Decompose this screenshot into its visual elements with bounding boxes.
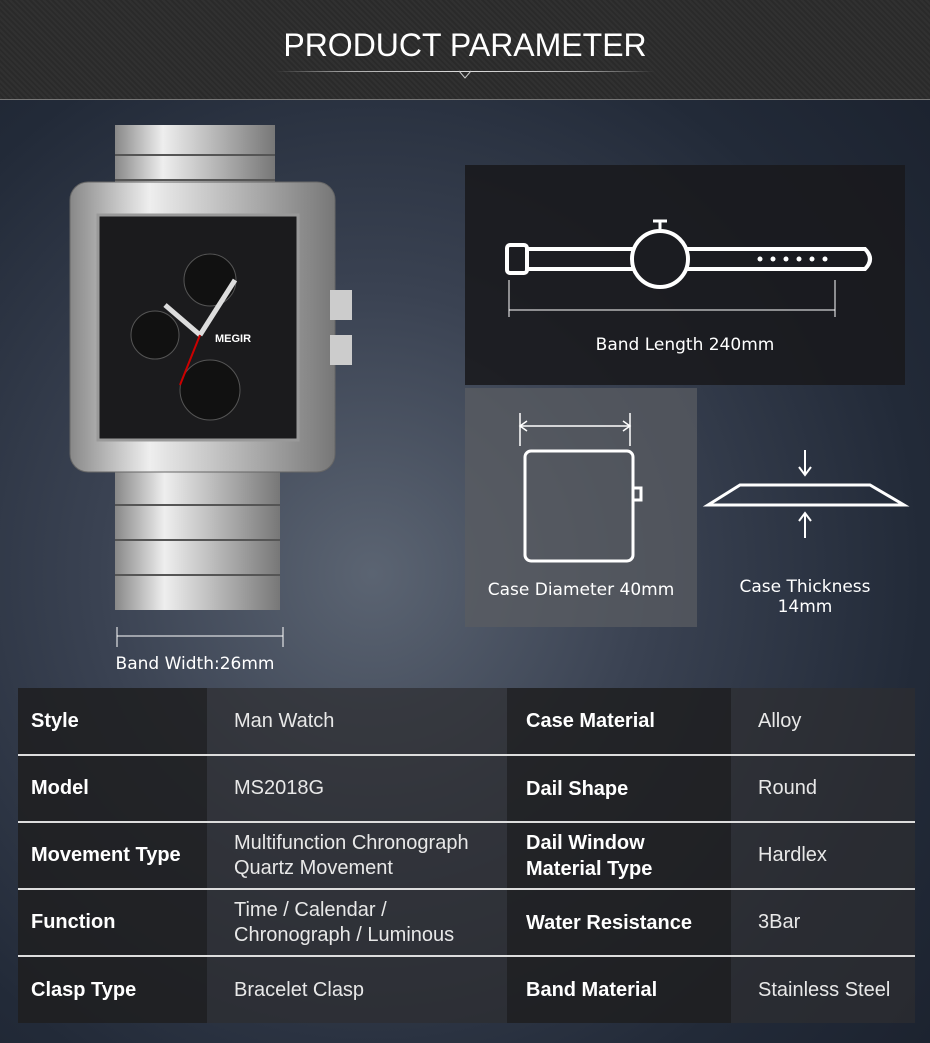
table-row: Clasp Type Bracelet Clasp Band Material Sta… bbox=[18, 956, 915, 1023]
spec-label: Clasp Type bbox=[18, 956, 207, 1023]
case-diameter-panel: Case Diameter 40mm bbox=[465, 388, 697, 627]
watch-band-diagram bbox=[505, 219, 872, 317]
header-banner: PRODUCT PARAMETER bbox=[0, 0, 930, 100]
spec-value: Bracelet Clasp bbox=[207, 956, 507, 1023]
spec-label: Dail Shape bbox=[507, 755, 731, 823]
spec-label: Band Material bbox=[507, 956, 731, 1023]
spec-value: Hardlex bbox=[731, 822, 915, 890]
spec-label: Dail Window Material Type bbox=[507, 822, 731, 890]
case-diameter-label: Case Diameter 40mm bbox=[487, 580, 675, 600]
table-row: Function Time / Calendar / Chronograph / … bbox=[18, 889, 915, 957]
spec-label: Movement Type bbox=[18, 822, 207, 890]
band-length-label: Band Length 240mm bbox=[595, 335, 775, 355]
band-length-panel: Band Length 240mm bbox=[465, 165, 905, 385]
case-diameter-diagram bbox=[518, 413, 643, 563]
spec-label: Water Resistance bbox=[507, 889, 731, 957]
spec-label: Style bbox=[18, 688, 207, 756]
spec-label: Case Material bbox=[507, 688, 731, 756]
band-width-label: Band Width:26mm bbox=[115, 654, 275, 674]
watch-image: MEGIR bbox=[69, 125, 352, 610]
watch-brand: MEGIR bbox=[215, 333, 251, 345]
table-row: Movement Type Multifunction Chronograph Q… bbox=[18, 822, 915, 890]
case-thickness-label: Case Thickness 14mm bbox=[705, 577, 905, 617]
spec-label: Model bbox=[18, 755, 207, 823]
case-thickness-title: Case Thickness bbox=[739, 577, 871, 597]
case-thickness-value: 14mm bbox=[777, 597, 833, 617]
spec-value: Man Watch bbox=[207, 688, 507, 756]
spec-value: Multifunction Chronograph Quartz Movemen… bbox=[207, 822, 507, 890]
spec-value: MS2018G bbox=[207, 755, 507, 823]
spec-label: Function bbox=[18, 889, 207, 957]
spec-value: Stainless Steel bbox=[731, 956, 915, 1023]
spec-value: Alloy bbox=[731, 688, 915, 756]
spec-table: Style Man Watch Case Material Alloy Model MS… bbox=[18, 688, 915, 1023]
band-width-dimension-line bbox=[116, 627, 284, 647]
chevron-down-icon bbox=[458, 70, 472, 79]
table-row: Model MS2018G Dail Shape Round bbox=[18, 755, 915, 823]
spec-value: Time / Calendar / Chronograph / Luminous bbox=[207, 889, 507, 957]
case-thickness-diagram bbox=[702, 450, 910, 538]
spec-value: Round bbox=[731, 755, 915, 823]
page-title: PRODUCT PARAMETER bbox=[283, 27, 647, 63]
table-row: Style Man Watch Case Material Alloy bbox=[18, 688, 915, 756]
spec-value: 3Bar bbox=[731, 889, 915, 957]
